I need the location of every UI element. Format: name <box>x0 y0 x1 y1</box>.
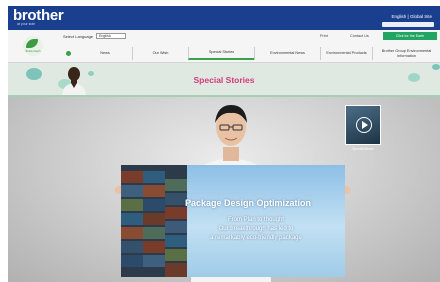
language-label: Select Language <box>63 34 94 39</box>
page-title: Special Stories <box>193 75 255 85</box>
contact-link[interactable]: Contact Us <box>350 34 369 38</box>
language-select[interactable]: English <box>96 33 126 39</box>
poster-subtitle-line: a remarkably eco-friendly package <box>210 235 302 241</box>
global-site-links[interactable]: English | Global Site <box>392 14 432 19</box>
print-link[interactable]: Print <box>320 34 328 38</box>
brother-earth-label: Brother Earth <box>25 50 41 53</box>
logo-tagline: at your side <box>17 22 36 26</box>
nav-item-environmental-news[interactable]: Environmental News <box>254 47 320 60</box>
top-header-bar: brother at your side English | Global Si… <box>8 6 440 30</box>
nav-item-news[interactable]: News <box>78 47 132 60</box>
click-for-earth-button[interactable]: Click for the Earth <box>383 32 437 40</box>
nav-item-our-wish[interactable]: Our Wish <box>132 47 188 60</box>
brother-earth-logo[interactable]: Brother Earth <box>23 36 43 56</box>
video-caption[interactable]: Special Movie <box>345 147 381 151</box>
special-movie-thumbnail[interactable] <box>345 105 381 145</box>
story-poster[interactable]: Package Design Optimization From Plan to… <box>121 165 345 277</box>
special-stories-banner: Special Stories <box>8 63 440 97</box>
nav-item-group-environmental-info[interactable]: Brother Group Environmental Information <box>372 47 440 60</box>
home-icon[interactable] <box>66 51 71 56</box>
leaf-icon <box>26 39 38 48</box>
nav-item-environmental-products[interactable]: Environmental Products <box>320 47 372 60</box>
decorative-blob <box>432 64 440 70</box>
poster-subtitle-line: From Plan to thought <box>227 217 285 223</box>
main-navigation: Brother Earth Select Language English Pr… <box>8 30 440 63</box>
nav-item-special-stories[interactable]: Special Stories <box>188 47 254 60</box>
poster-title: Package Design Optimization <box>184 198 312 208</box>
poster-subtitle-line: Our breakthrough has led to <box>218 226 294 232</box>
feature-stage: Package Design Optimization From Plan to… <box>8 97 440 282</box>
play-icon[interactable] <box>356 117 372 133</box>
search-input[interactable] <box>382 22 434 27</box>
